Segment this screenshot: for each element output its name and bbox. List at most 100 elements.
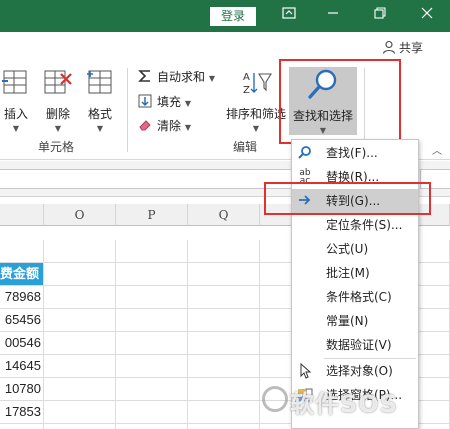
- menu-item-label: 选择对象(O): [326, 364, 393, 378]
- delete-label: 删除: [45, 107, 70, 121]
- delete-cells-icon: [40, 68, 76, 101]
- format-cells-icon: [82, 68, 118, 101]
- menu-item-label: 批注(M): [326, 266, 370, 280]
- table-cell[interactable]: [188, 309, 260, 332]
- menu-item-data-validation[interactable]: 数据验证(V): [292, 333, 418, 357]
- table-cell[interactable]: [116, 424, 188, 429]
- insert-label: 插入: [3, 107, 28, 121]
- header-cell[interactable]: 费金额: [0, 263, 44, 286]
- table-cell[interactable]: [188, 355, 260, 378]
- table-cell[interactable]: [188, 424, 260, 429]
- minimize-icon[interactable]: [322, 6, 344, 26]
- editing-group-label: 编辑: [233, 140, 258, 154]
- magnifier-icon: [296, 145, 314, 161]
- delete-button[interactable]: 删除 ▼: [40, 68, 76, 133]
- svg-text:A: A: [243, 72, 250, 83]
- table-cell[interactable]: 78968: [0, 286, 44, 309]
- menu-item-conditional-formatting[interactable]: 条件格式(C): [292, 285, 418, 309]
- share-button[interactable]: 共享: [382, 39, 423, 56]
- table-cell[interactable]: [44, 332, 116, 355]
- column-header-p[interactable]: P: [116, 204, 188, 226]
- table-cell[interactable]: [44, 424, 116, 429]
- table-cell[interactable]: [44, 401, 116, 424]
- watermark: 软件SOS: [290, 390, 398, 418]
- table-cell[interactable]: [116, 401, 188, 424]
- table-cell[interactable]: [188, 286, 260, 309]
- watermark-logo: [262, 386, 288, 412]
- table-cell[interactable]: [44, 378, 116, 401]
- menu-item-goto-special[interactable]: 定位条件(S)...: [292, 213, 418, 237]
- sigma-icon: [138, 69, 154, 83]
- fill-button[interactable]: 填充 ▼: [138, 93, 191, 111]
- menu-item-formulas[interactable]: 公式(U): [292, 237, 418, 261]
- clear-label: 清除: [157, 119, 182, 133]
- menu-item-label: 条件格式(C): [326, 290, 392, 304]
- table-cell[interactable]: [44, 309, 116, 332]
- format-button[interactable]: 格式 ▼: [82, 68, 118, 133]
- chevron-down-icon: ▼: [12, 124, 20, 133]
- share-label: 共享: [399, 41, 424, 55]
- menu-item-constants[interactable]: 常量(N): [292, 309, 418, 333]
- fill-down-icon: [138, 94, 154, 108]
- insert-button[interactable]: 插入 ▼: [0, 68, 32, 133]
- table-cell[interactable]: 10780: [0, 378, 44, 401]
- autosum-button[interactable]: 自动求和 ▼: [138, 68, 215, 86]
- table-cell[interactable]: [188, 332, 260, 355]
- ribbon-tabs-row: 共享: [0, 32, 450, 62]
- login-button[interactable]: 登录: [210, 7, 256, 26]
- sort-filter-icon: AZ: [226, 68, 286, 101]
- menu-item-label: 查找(F)...: [326, 146, 378, 160]
- menu-item-comments[interactable]: 批注(M): [292, 261, 418, 285]
- column-header-q[interactable]: Q: [188, 204, 260, 226]
- menu-item-label: 常量(N): [326, 314, 369, 328]
- table-cell[interactable]: [116, 355, 188, 378]
- cells-group-label: 单元格: [38, 140, 75, 154]
- format-label: 格式: [87, 107, 112, 121]
- table-cell[interactable]: [44, 355, 116, 378]
- table-cell[interactable]: 00546: [0, 332, 44, 355]
- table-cell[interactable]: [116, 378, 188, 401]
- table-cell[interactable]: [44, 240, 116, 263]
- restore-icon[interactable]: [369, 6, 391, 26]
- table-cell[interactable]: 65456: [0, 309, 44, 332]
- group-divider: [127, 68, 128, 152]
- person-icon: [382, 40, 396, 54]
- table-cell[interactable]: 14645: [0, 355, 44, 378]
- chevron-down-icon: ▼: [252, 124, 260, 133]
- table-cell[interactable]: [116, 332, 188, 355]
- table-cell[interactable]: [188, 378, 260, 401]
- table-cell[interactable]: [188, 240, 260, 263]
- chevron-down-icon: ▼: [54, 124, 62, 133]
- menu-item-find[interactable]: 查找(F)...: [292, 141, 418, 165]
- table-cell[interactable]: [44, 286, 116, 309]
- cursor-icon: [296, 362, 314, 379]
- table-cell[interactable]: [116, 309, 188, 332]
- insert-cells-icon: [0, 68, 32, 101]
- chevron-down-icon: ▼: [184, 99, 191, 108]
- table-cell[interactable]: 03780: [0, 424, 44, 429]
- clear-button[interactable]: 清除 ▼: [138, 117, 191, 135]
- ribbon-display-options-icon[interactable]: [278, 6, 300, 26]
- menu-item-label: 数据验证(V): [326, 338, 392, 352]
- table-cell[interactable]: [116, 240, 188, 263]
- table-cell[interactable]: [116, 286, 188, 309]
- fill-label: 填充: [157, 95, 182, 109]
- sort-filter-button[interactable]: AZ 排序和筛选 ▼: [226, 68, 286, 133]
- table-cell[interactable]: [0, 240, 44, 263]
- column-header[interactable]: [0, 204, 44, 226]
- menu-item-label: 公式(U): [326, 242, 369, 256]
- menu-item-select-objects[interactable]: 选择对象(O): [292, 359, 418, 383]
- column-header-o[interactable]: O: [44, 204, 116, 226]
- table-cell[interactable]: [188, 263, 260, 286]
- table-cell[interactable]: [188, 401, 260, 424]
- title-bar: 登录: [0, 0, 450, 32]
- formula-input[interactable]: [0, 169, 295, 189]
- table-cell[interactable]: [44, 263, 116, 286]
- chevron-down-icon: ▼: [184, 123, 191, 132]
- close-icon[interactable]: [416, 6, 438, 26]
- menu-item-label: 定位条件(S)...: [326, 218, 403, 232]
- table-cell[interactable]: [116, 263, 188, 286]
- collapse-ribbon-icon[interactable]: ︿: [432, 142, 442, 157]
- table-cell[interactable]: 17853: [0, 401, 44, 424]
- chevron-down-icon: ▼: [96, 124, 104, 133]
